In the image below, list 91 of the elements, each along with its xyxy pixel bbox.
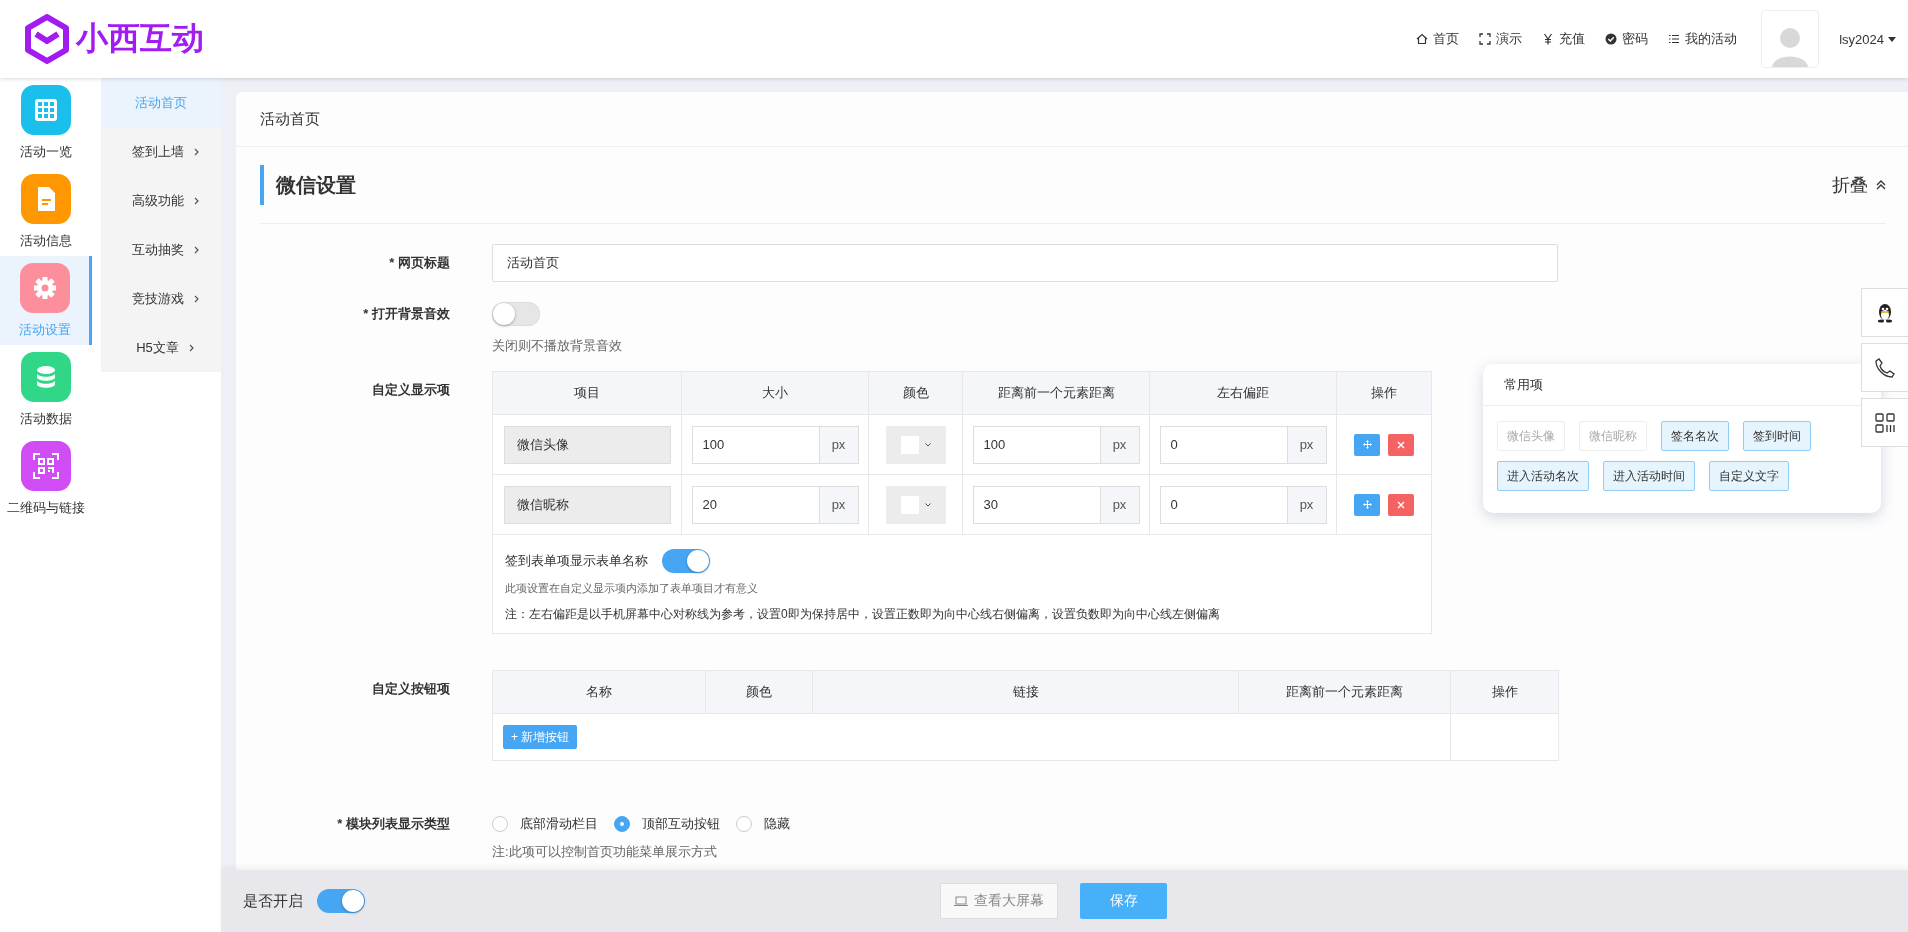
sidebar-item[interactable]: 活动信息 [0, 167, 92, 256]
submenu-item[interactable]: 高级功能 [101, 176, 221, 225]
column-header: 距离前一个元素距离 [1286, 683, 1403, 701]
fullscreen-icon [1479, 33, 1492, 45]
nav-link[interactable]: 我的活动 [1668, 30, 1738, 48]
nav-link[interactable]: 充值 [1542, 30, 1586, 48]
list-icon [1668, 33, 1681, 45]
toggle-switch[interactable] [662, 549, 710, 573]
delete-button[interactable] [1388, 493, 1414, 516]
enable-label: 是否开启 [243, 891, 303, 911]
distance-input[interactable]: 100 px [972, 425, 1140, 464]
close-icon [1397, 440, 1405, 449]
nav-link[interactable]: 密码 [1605, 30, 1649, 48]
phone-icon[interactable] [1861, 343, 1908, 392]
sidebar-item[interactable]: 活动一览 [0, 78, 92, 167]
submenu-item[interactable]: 竞技游戏 [101, 274, 221, 323]
move-arrows-icon [1362, 440, 1372, 449]
size-input[interactable]: 20 px [691, 485, 859, 524]
column-header: 操作 [1491, 683, 1518, 701]
option-label: 签到表单项显示表单名称 [505, 552, 648, 570]
offset-input[interactable]: 0 px [1159, 425, 1327, 464]
toggle-switch[interactable] [492, 302, 540, 326]
home-icon [1416, 33, 1429, 45]
size-input[interactable]: 100 px [691, 425, 859, 464]
chevron-right-icon [193, 245, 199, 254]
move-button[interactable] [1354, 433, 1380, 456]
radio-option[interactable]: 隐藏 [736, 815, 790, 833]
field-label: * 模块列表显示类型 [336, 815, 451, 833]
tag-button[interactable]: 签名名次 [1661, 421, 1729, 451]
column-header: 项目 [574, 384, 600, 402]
column-header: 链接 [1012, 683, 1039, 701]
column-header: 名称 [586, 683, 612, 701]
field-label: 自定义按钮项 [371, 680, 451, 698]
laptop-icon [954, 896, 968, 906]
column-header: 左右偏距 [1217, 384, 1269, 402]
caret-icon [924, 442, 931, 447]
move-arrows-icon [1362, 500, 1372, 509]
column-header: 颜色 [746, 683, 772, 701]
chevron-right-icon [193, 196, 199, 205]
apps-icon[interactable] [1861, 398, 1908, 447]
item-name-field: 微信昵称 [503, 485, 671, 524]
hint-text: 此项设置在自定义显示项内添加了表单项目才有意义 [505, 581, 759, 596]
chevron-right-icon [188, 343, 194, 352]
sidebar-item[interactable]: 活动数据 [0, 345, 92, 434]
column-header: 大小 [762, 384, 788, 402]
sidebar-item[interactable]: 二维码与链接 [0, 434, 92, 523]
user-menu[interactable]: lsy2024 [1839, 31, 1896, 47]
nav-link[interactable]: 演示 [1479, 30, 1523, 48]
section-title: 微信设置 [260, 165, 356, 205]
field-label: * 打开背景音效 [362, 305, 451, 323]
field-label: * 网页标题 [388, 254, 451, 272]
yen-icon [1542, 33, 1555, 45]
column-header: 颜色 [902, 384, 929, 402]
tag-button[interactable]: 签到时间 [1743, 421, 1811, 451]
submenu-item[interactable]: H5文章 [101, 323, 221, 372]
cube-logo-icon [24, 14, 70, 64]
preview-button[interactable]: 查看大屏幕 [940, 883, 1058, 919]
item-name-field: 微信头像 [503, 425, 671, 464]
distance-input[interactable]: 30 px [972, 485, 1140, 524]
caret-icon [1888, 36, 1896, 42]
penguin-icon[interactable] [1861, 288, 1908, 337]
double-chevron-up-icon [1876, 180, 1886, 190]
tag-button[interactable]: 进入活动名次 [1497, 461, 1589, 491]
radio-option[interactable]: 底部滑动栏目 [492, 815, 598, 833]
chevron-right-icon [193, 147, 199, 156]
move-button[interactable] [1354, 493, 1380, 516]
note-text: 注:此项可以控制首页功能菜单展示方式 [492, 843, 718, 861]
check-circle-icon [1605, 33, 1618, 45]
field-label: 自定义显示项 [371, 381, 451, 399]
nav-link[interactable]: 首页 [1416, 30, 1460, 48]
offset-input[interactable]: 0 px [1159, 485, 1327, 524]
color-picker[interactable] [885, 425, 946, 464]
toggle-switch[interactable] [317, 889, 365, 913]
tag-button[interactable]: 自定义文字 [1709, 461, 1789, 491]
hint-text: 关闭则不播放背景音效 [492, 337, 622, 355]
collapse-link[interactable]: 折叠 [1832, 173, 1886, 197]
submenu-item[interactable]: 签到上墙 [101, 127, 221, 176]
column-header: 操作 [1371, 384, 1397, 402]
page-title-input[interactable]: 活动首页 [492, 244, 1558, 282]
note-text: 注：左右偏距是以手机屏幕中心对称线为参考，设置0即为保持居中，设置正数即为向中心线右侧偏离，设置负数即为向中心线左侧偏离 [505, 606, 1221, 623]
submenu-item[interactable]: 互动抽奖 [101, 225, 221, 274]
delete-button[interactable] [1388, 433, 1414, 456]
chevron-right-icon [193, 294, 199, 303]
column-header: 距离前一个元素距离 [997, 384, 1115, 402]
caret-icon [924, 502, 931, 507]
tag-button[interactable]: 进入活动时间 [1603, 461, 1695, 491]
color-picker[interactable] [885, 485, 946, 524]
radio-option[interactable]: 顶部互动按钮 [614, 815, 720, 833]
logo-text: 小西互动 [76, 19, 204, 58]
breadcrumb: 活动首页 [260, 109, 320, 129]
close-icon [1397, 500, 1405, 509]
